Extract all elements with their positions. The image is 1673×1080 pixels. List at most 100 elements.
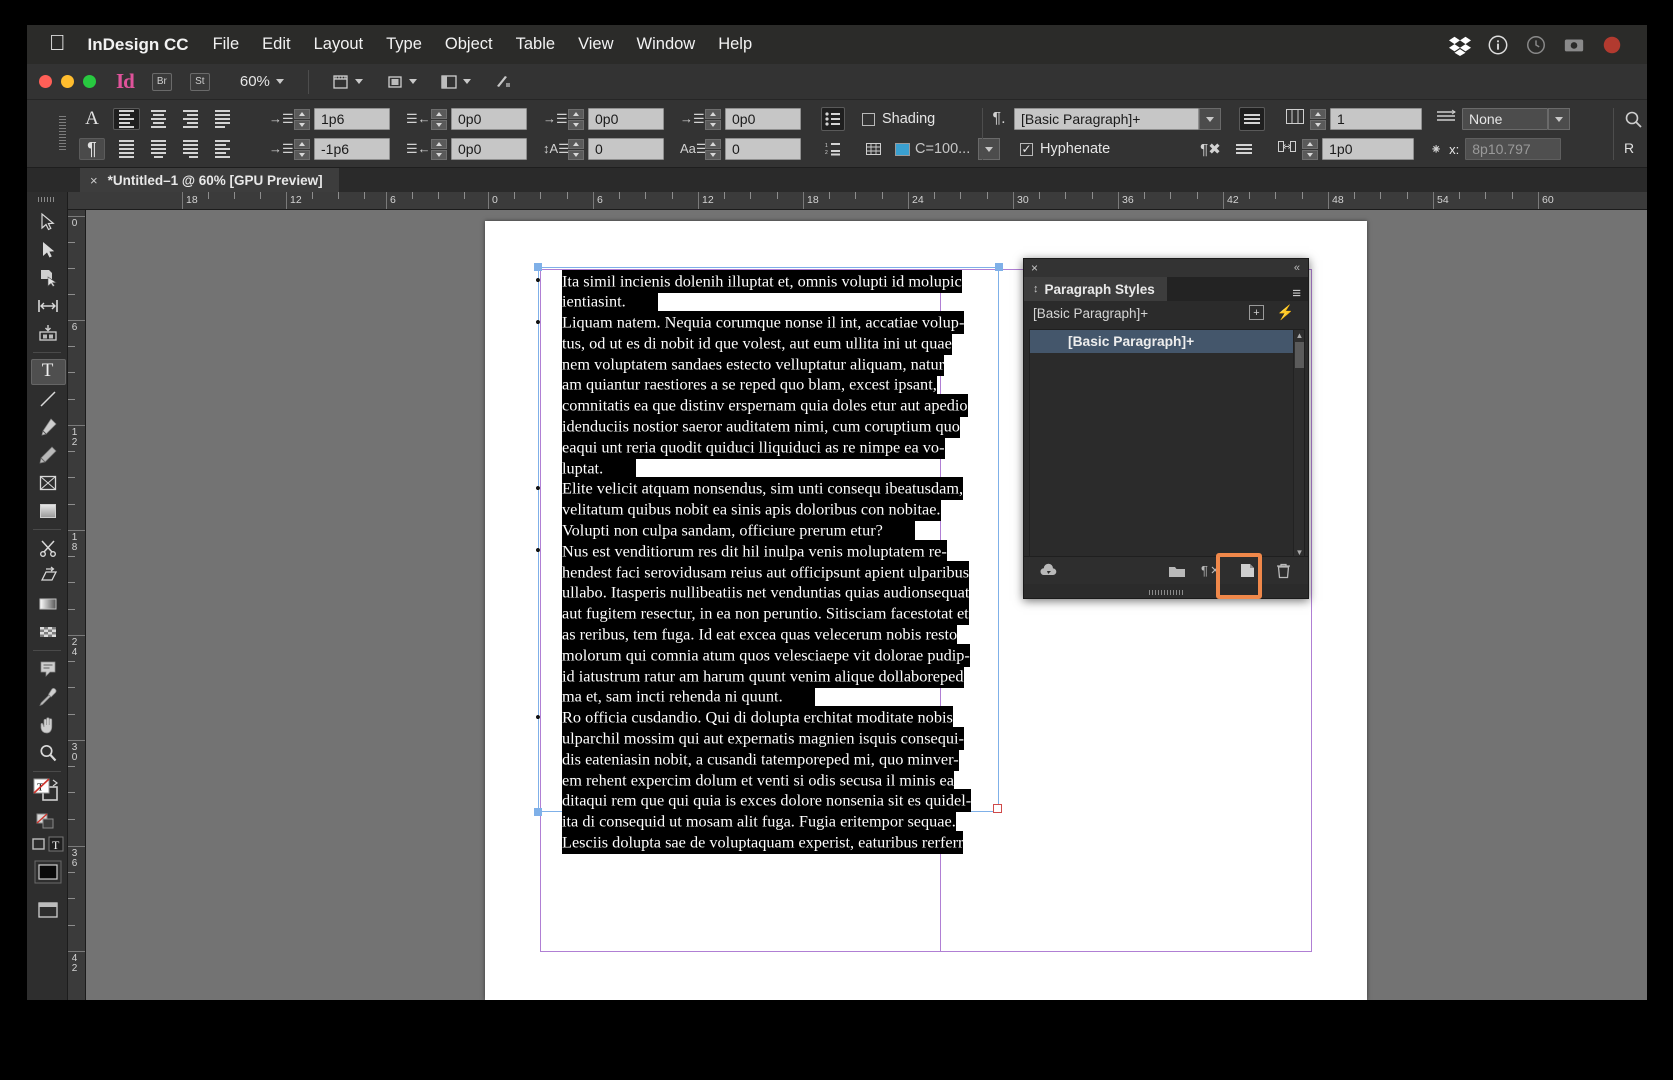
screen-mode-button[interactable] bbox=[385, 72, 417, 92]
presentation-button[interactable] bbox=[493, 72, 515, 92]
panel-resize-grip[interactable] bbox=[1024, 585, 1308, 598]
space-before-field[interactable]: 0p0 bbox=[588, 108, 664, 130]
grid-style-dropdown[interactable] bbox=[1548, 108, 1570, 130]
menu-view[interactable]: View bbox=[578, 35, 613, 54]
type-tool[interactable]: T bbox=[27, 357, 68, 385]
last-line-indent-stepper[interactable] bbox=[431, 138, 447, 160]
align-center-button[interactable] bbox=[145, 108, 172, 130]
shading-checkbox[interactable] bbox=[862, 112, 875, 126]
numbered-list-button[interactable]: 1 2 bbox=[821, 137, 845, 161]
paragraph-style-field[interactable]: [Basic Paragraph]+ bbox=[1014, 108, 1199, 130]
tools-panel-grip[interactable] bbox=[38, 197, 56, 202]
info-icon[interactable] bbox=[1487, 34, 1509, 56]
drop-cap-lines-field[interactable]: 0 bbox=[588, 138, 664, 160]
arrange-documents-button[interactable] bbox=[439, 72, 471, 92]
clock-icon[interactable] bbox=[1525, 34, 1547, 56]
close-icon[interactable]: × bbox=[1031, 262, 1038, 274]
hyphenate-checkbox[interactable] bbox=[1020, 142, 1033, 156]
styles-list[interactable]: [Basic Paragraph]+ ▲ ▼ bbox=[1029, 329, 1305, 558]
paragraph-styles-panel[interactable]: × « ↕ Paragraph Styles ≡ [Basic Paragrap… bbox=[1023, 258, 1309, 599]
first-line-indent-field[interactable]: -1p6 bbox=[314, 138, 390, 160]
shading-color-swatch[interactable] bbox=[895, 142, 910, 156]
document-canvas[interactable]: • Ita simil incienis dolenih illuptat et,… bbox=[86, 210, 1647, 1000]
cloud-download-button[interactable] bbox=[1035, 560, 1061, 582]
vertical-ruler[interactable]: 0 6 12 18 24 30 36 42 bbox=[68, 210, 86, 1000]
gap-tool[interactable] bbox=[27, 292, 68, 320]
default-swap-colors[interactable] bbox=[27, 810, 68, 832]
no-balance-lines-button[interactable] bbox=[1231, 137, 1257, 161]
panel-title-bar[interactable]: × « bbox=[1024, 259, 1308, 277]
quick-apply-button[interactable] bbox=[1624, 110, 1644, 135]
justify-right-button[interactable] bbox=[177, 138, 204, 160]
clear-overrides-lightning-icon[interactable]: ⚡ bbox=[1277, 304, 1294, 321]
list-item[interactable]: [Basic Paragraph]+ bbox=[1030, 330, 1304, 353]
paragraph-style-dropdown[interactable] bbox=[1199, 108, 1221, 130]
grid-style-field[interactable]: None bbox=[1462, 108, 1548, 130]
first-line-indent-stepper[interactable] bbox=[294, 138, 310, 160]
apple-menu-icon[interactable]:  bbox=[49, 32, 66, 54]
pencil-tool[interactable] bbox=[27, 441, 68, 469]
note-tool[interactable] bbox=[27, 655, 68, 683]
space-after-field[interactable]: 0p0 bbox=[725, 108, 801, 130]
right-indent-stepper[interactable] bbox=[431, 108, 447, 130]
eyedropper-tool[interactable] bbox=[27, 683, 68, 711]
menu-help[interactable]: Help bbox=[718, 35, 752, 54]
align-right-button[interactable] bbox=[177, 108, 204, 130]
no-break-icon[interactable]: ¶✖ bbox=[1200, 140, 1221, 158]
right-indent-field[interactable]: 0p0 bbox=[451, 108, 527, 130]
close-window-button[interactable] bbox=[39, 75, 52, 88]
horizontal-ruler[interactable]: 18 12 6 0 6 12 18 24 30 36 42 48 54 60 bbox=[68, 192, 1647, 210]
bulleted-list-button[interactable] bbox=[821, 107, 845, 131]
justify-last-left-button[interactable] bbox=[209, 108, 236, 130]
screen-mode-tool[interactable] bbox=[27, 896, 68, 924]
menu-type[interactable]: Type bbox=[386, 35, 422, 54]
tab-paragraph-styles[interactable]: ↕ Paragraph Styles bbox=[1024, 277, 1167, 301]
free-transform-tool[interactable] bbox=[27, 562, 68, 590]
delete-style-button[interactable] bbox=[1270, 560, 1296, 582]
control-panel-grip[interactable] bbox=[59, 116, 66, 152]
shading-grid-button[interactable] bbox=[862, 138, 884, 160]
panel-menu-icon[interactable]: ≡ bbox=[1292, 285, 1301, 302]
screenshot-icon[interactable] bbox=[1563, 34, 1585, 56]
menu-table[interactable]: Table bbox=[516, 35, 555, 54]
redefine-style-icon[interactable]: + bbox=[1249, 305, 1264, 320]
menu-window[interactable]: Window bbox=[637, 35, 696, 54]
text-frame-content[interactable]: • Ita simil incienis dolenih illuptat et,… bbox=[535, 269, 1002, 855]
frame-handle-bl[interactable] bbox=[534, 808, 542, 816]
text-frame-out-port[interactable] bbox=[993, 804, 1002, 813]
scrollbar-thumb[interactable] bbox=[1295, 342, 1304, 368]
menu-app-name[interactable]: InDesign CC bbox=[88, 35, 189, 55]
page-tool[interactable] bbox=[27, 264, 68, 292]
new-style-group-button[interactable] bbox=[1164, 560, 1190, 582]
justify-center-button[interactable] bbox=[145, 138, 172, 160]
workspace-switcher[interactable]: R bbox=[1624, 140, 1634, 156]
document-tab[interactable]: × *Untitled–1 @ 60% [GPU Preview] bbox=[80, 168, 339, 192]
zoom-level-control[interactable]: 60% bbox=[240, 73, 284, 90]
left-indent-field[interactable]: 1p6 bbox=[314, 108, 390, 130]
selection-tool[interactable] bbox=[27, 208, 68, 236]
rectangle-tool[interactable] bbox=[27, 497, 68, 525]
last-line-indent-field[interactable]: 0p0 bbox=[451, 138, 527, 160]
view-options-button[interactable] bbox=[331, 72, 363, 92]
minimize-window-button[interactable] bbox=[61, 75, 74, 88]
space-before-stepper[interactable] bbox=[568, 108, 584, 130]
character-formatting-button[interactable]: A bbox=[79, 108, 105, 130]
menu-layout[interactable]: Layout bbox=[314, 35, 364, 54]
space-after-stepper[interactable] bbox=[705, 108, 721, 130]
hand-tool[interactable] bbox=[27, 711, 68, 739]
stock-button[interactable]: St bbox=[189, 72, 210, 91]
content-collector-tool[interactable] bbox=[27, 320, 68, 348]
line-tool[interactable] bbox=[27, 385, 68, 413]
close-icon[interactable]: × bbox=[90, 173, 98, 188]
align-toward-spine-button[interactable] bbox=[209, 138, 236, 160]
drop-cap-lines-stepper[interactable] bbox=[568, 138, 584, 160]
paragraph-formatting-button[interactable]: ¶ bbox=[79, 138, 105, 160]
drop-cap-chars-field[interactable]: 0 bbox=[725, 138, 801, 160]
dropbox-icon[interactable] bbox=[1449, 34, 1471, 56]
align-left-button[interactable] bbox=[113, 108, 140, 130]
pen-tool[interactable] bbox=[27, 413, 68, 441]
direct-selection-tool[interactable] bbox=[27, 236, 68, 264]
left-indent-stepper[interactable] bbox=[294, 108, 310, 130]
apply-color-controls[interactable] bbox=[27, 856, 68, 888]
columns-field[interactable]: 1 bbox=[1330, 108, 1422, 130]
